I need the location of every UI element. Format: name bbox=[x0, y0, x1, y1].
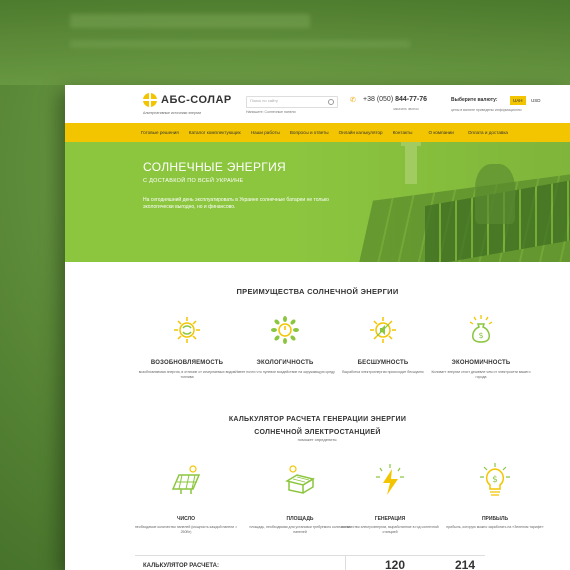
advantage-eco: ЭКОЛОГИЧНОСТЬ Имеет почти что нулевое во… bbox=[235, 315, 335, 375]
lightning-icon bbox=[376, 464, 404, 495]
calc-feature-generation: ГЕНЕРАЦИЯ количество электроэнергии, выр… bbox=[335, 463, 445, 535]
house-roof-icon bbox=[285, 465, 315, 494]
currency-label: Выберите валюту: bbox=[451, 97, 498, 103]
phone-main: 844-77-76 bbox=[395, 96, 428, 103]
hero-banner: СОЛНЕЧНЫЕ ЭНЕРГИЯ С ДОСТАВКОЙ ПО ВСЕЙ УК… bbox=[65, 142, 570, 262]
website-page: АБС-СОЛАР Альтернативные источники энерг… bbox=[65, 85, 570, 570]
advantage-label: ЭКОЛОГИЧНОСТЬ bbox=[256, 360, 314, 366]
calc-feature-profit: $ ПРИБЫЛЬ прибыль, которую можно заработ… bbox=[440, 463, 550, 530]
solar-panel-icon bbox=[171, 465, 201, 494]
calculator-title-line1: КАЛЬКУЛЯТОР РАСЧЕТА ГЕНЕРАЦИИ ЭНЕРГИИ bbox=[228, 416, 407, 423]
calc-feature-number: ЧИСЛО необходимое количество панелей (мо… bbox=[131, 463, 241, 535]
silent-sun-icon bbox=[370, 317, 396, 343]
search-placeholder: Поиск по сайту bbox=[250, 98, 279, 103]
eco-power-icon bbox=[271, 316, 299, 344]
advantage-economy: $ ЭКОНОМИЧНОСТЬ Киловатт энергии стоит д… bbox=[431, 315, 531, 380]
advantage-silent: БЕСШУМНОСТЬ Выработка электроэнергии про… bbox=[333, 315, 433, 375]
nav-item-faq[interactable]: Вопросы и ответы bbox=[290, 123, 329, 142]
recycle-sun-icon bbox=[174, 317, 200, 343]
dollar-bulb-icon: $ bbox=[480, 463, 510, 496]
phone-number[interactable]: +38 (050) 844-77-76 bbox=[363, 96, 427, 103]
advantage-desc: Выработка электроэнергии происходит бесш… bbox=[342, 370, 424, 374]
currency-usd-button[interactable]: USD bbox=[528, 96, 544, 105]
hero-subtitle: С ДОСТАВКОЙ ПО ВСЕЙ УКРАИНЕ bbox=[143, 178, 244, 184]
background-decor bbox=[70, 40, 410, 48]
nav-item-ready-solutions[interactable]: Готовые решения bbox=[141, 123, 179, 142]
calc-feature-desc: прибыль, которую можно заработать на «Зе… bbox=[446, 525, 544, 529]
main-nav: Готовые решения Каталог комплектующих На… bbox=[65, 123, 570, 142]
svg-text:$: $ bbox=[492, 475, 498, 485]
currency-note: цены в валюте приведены информационно bbox=[451, 108, 522, 112]
breadcrumb[interactable]: Напишите: Солнечные панели bbox=[246, 110, 296, 114]
logo[interactable]: АБС-СОЛАР bbox=[143, 93, 232, 107]
advantage-label: ЭКОНОМИЧНОСТЬ bbox=[451, 360, 511, 366]
calculator-box[interactable]: КАЛЬКУЛЯТОР РАСЧЕТА: 120 214 bbox=[135, 555, 485, 570]
sun-logo-icon bbox=[143, 93, 157, 107]
advantage-desc: возобновляемая энергия, в отличие от исч… bbox=[138, 370, 236, 379]
advantage-desc: Киловатт энергии стоит дешевле чем от эл… bbox=[431, 370, 531, 379]
phone-prefix: +38 (050) bbox=[363, 96, 394, 103]
money-bag-icon: $ bbox=[469, 315, 493, 343]
hero-title: СОЛНЕЧНЫЕ ЭНЕРГИЯ bbox=[143, 160, 286, 174]
svg-text:$: $ bbox=[478, 331, 483, 340]
search-icon[interactable] bbox=[328, 99, 334, 105]
nav-item-about[interactable]: О компании bbox=[428, 123, 453, 142]
advantages-title: ПРЕИМУЩЕСТВА СОЛНЕЧНОЙ ЭНЕРГИИ bbox=[236, 287, 399, 296]
calc-feature-label: ЧИСЛО bbox=[177, 516, 195, 522]
logo-text: АБС-СОЛАР bbox=[161, 94, 232, 106]
nav-item-contacts[interactable]: Контакты bbox=[393, 123, 413, 142]
site-header: АБС-СОЛАР Альтернативные источники энерг… bbox=[65, 85, 570, 123]
calculator-subtitle: поможет определить: bbox=[297, 437, 338, 442]
calc-feature-label: ПРИБЫЛЬ bbox=[481, 516, 509, 522]
currency-uah-button[interactable]: UAH bbox=[510, 96, 526, 105]
chimney-image bbox=[401, 142, 421, 184]
nav-item-catalog[interactable]: Каталог комплектующих bbox=[189, 123, 241, 142]
search-input[interactable]: Поиск по сайту bbox=[246, 96, 338, 108]
advantage-label: БЕСШУМНОСТЬ bbox=[357, 360, 409, 366]
calculator-value-2: 214 bbox=[455, 558, 476, 570]
nav-item-payment[interactable]: Оплата и доставка bbox=[468, 123, 508, 142]
callback-link[interactable]: заказать звонок bbox=[393, 107, 419, 111]
calculator-title: КАЛЬКУЛЯТОР РАСЧЕТА ГЕНЕРАЦИИ ЭНЕРГИИ СО… bbox=[65, 413, 570, 439]
nav-item-works[interactable]: Наши работы bbox=[251, 123, 280, 142]
nav-item-calculator[interactable]: Онлайн калькулятор bbox=[339, 123, 383, 142]
calculator-value-1: 120 bbox=[385, 558, 406, 570]
calc-feature-desc: количество электроэнергии, выработанное … bbox=[341, 525, 439, 534]
worker-image bbox=[475, 164, 515, 224]
divider bbox=[345, 556, 346, 570]
background-decor bbox=[70, 14, 310, 28]
advantage-desc: Имеет почти что нулевое воздействие на о… bbox=[235, 370, 335, 374]
logo-subtitle: Альтернативные источники энергии bbox=[143, 111, 202, 115]
calculator-box-label: КАЛЬКУЛЯТОР РАСЧЕТА: bbox=[143, 563, 219, 569]
calc-feature-desc: необходимое количество панелей (мощность… bbox=[134, 525, 238, 534]
calc-feature-label: ГЕНЕРАЦИЯ bbox=[374, 516, 406, 522]
phone-icon: ✆ bbox=[350, 97, 356, 104]
advantage-renewable: ВОЗОБНОВЛЯЕМОСТЬ возобновляемая энергия,… bbox=[137, 315, 237, 380]
hero-text: На сегодняшний день эксплуатировать в Ук… bbox=[143, 197, 329, 210]
advantage-label: ВОЗОБНОВЛЯЕМОСТЬ bbox=[150, 360, 224, 366]
